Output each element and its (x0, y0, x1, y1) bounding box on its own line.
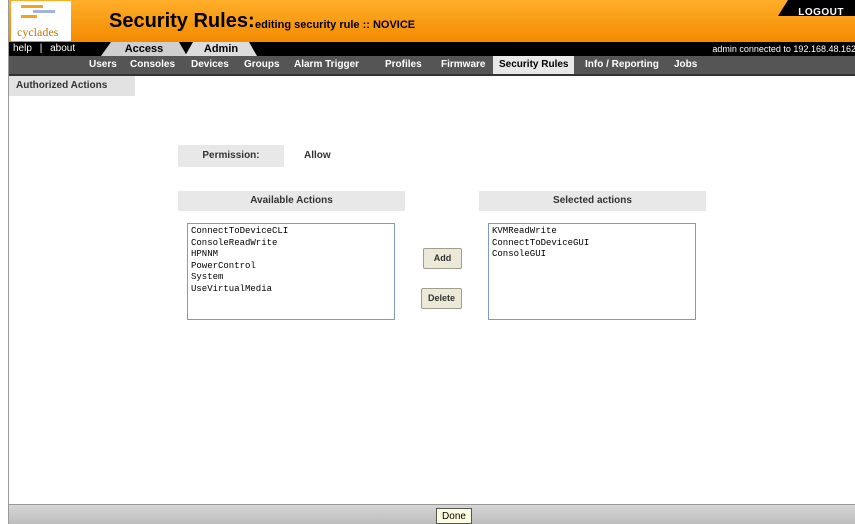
delete-button[interactable]: Delete (421, 288, 462, 309)
subnav-item-security-rules[interactable]: Security Rules (493, 56, 575, 74)
page-title: Security Rules: (109, 10, 255, 32)
list-item[interactable]: PowerControl (191, 261, 391, 273)
link-separator: | (39, 43, 43, 54)
list-item[interactable]: UseVirtualMedia (191, 284, 391, 296)
subnav-item-devices[interactable]: Devices (191, 56, 229, 74)
permission-label: Permission: (178, 145, 284, 167)
list-item[interactable]: ConsoleGUI (492, 249, 692, 261)
list-item[interactable]: System (191, 272, 391, 284)
list-item[interactable]: ConnectToDeviceGUI (492, 238, 692, 250)
tab-authorized-actions[interactable]: Authorized Actions (9, 76, 135, 96)
selected-actions-heading: Selected actions (479, 191, 706, 211)
subnav-item-alarm-trigger[interactable]: Alarm Trigger (294, 56, 359, 74)
subnav-item-users[interactable]: Users (89, 56, 117, 74)
add-button[interactable]: Add (423, 248, 462, 269)
logout-button[interactable]: LOGOUT (798, 7, 844, 18)
logo-stripes-icon (21, 5, 57, 23)
cyclades-logo: cyclades (11, 1, 71, 41)
selected-actions-list[interactable]: KVMReadWrite ConnectToDeviceGUI ConsoleG… (488, 223, 696, 320)
app-frame: cyclades Security Rules: editing securit… (8, 0, 855, 524)
logo-text: cyclades (17, 25, 59, 39)
about-link[interactable]: about (50, 43, 75, 54)
header-bar: cyclades Security Rules: editing securit… (9, 0, 855, 42)
help-link[interactable]: help (13, 43, 32, 54)
available-actions-list[interactable]: ConnectToDeviceCLI ConsoleReadWrite HPNN… (187, 223, 395, 320)
available-actions-heading: Available Actions (178, 191, 405, 211)
sub-nav-bar: Users Consoles Devices Groups Alarm Trig… (9, 56, 855, 76)
subnav-item-profiles[interactable]: Profiles (385, 56, 422, 74)
help-about-links: help | about (13, 43, 75, 54)
page-subtitle: editing security rule :: NOVICE (255, 19, 416, 31)
subnav-item-firmware[interactable]: Firmware (441, 56, 485, 74)
tab-admin[interactable]: Admin (185, 42, 257, 56)
connection-status: admin connected to 192.168.48.162 (712, 44, 855, 54)
top-nav-bar: help | about Access Admin admin connecte… (9, 42, 855, 56)
permission-value: Allow (304, 150, 331, 161)
list-item[interactable]: ConnectToDeviceCLI (191, 226, 391, 238)
subnav-item-consoles[interactable]: Consoles (130, 56, 175, 74)
list-item[interactable]: KVMReadWrite (492, 226, 692, 238)
list-item[interactable]: HPNNM (191, 249, 391, 261)
tab-access[interactable]: Access (101, 42, 187, 56)
subnav-item-jobs[interactable]: Jobs (674, 56, 697, 74)
list-item[interactable]: ConsoleReadWrite (191, 238, 391, 250)
done-button[interactable]: Done (436, 508, 472, 524)
subnav-item-groups[interactable]: Groups (244, 56, 280, 74)
footer-bar: Done (9, 504, 855, 524)
subnav-item-info-reporting[interactable]: Info / Reporting (585, 56, 659, 74)
